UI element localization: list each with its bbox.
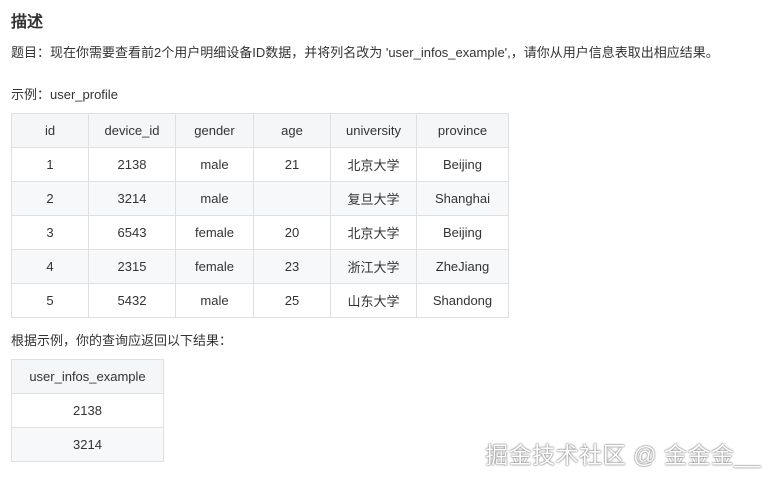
cell-age: 20 [253, 215, 331, 250]
cell-university: 浙江大学 [330, 249, 417, 284]
cell-university: 山东大学 [330, 283, 417, 318]
cell-university: 北京大学 [330, 215, 417, 250]
column-header-id: id [11, 113, 89, 148]
result-table: user_infos_example 2138 3214 [11, 359, 164, 462]
cell-province: Beijing [416, 215, 509, 250]
cell-province: Shandong [416, 283, 509, 318]
cell-age: 21 [253, 147, 331, 182]
table-header-row: user_infos_example [11, 359, 164, 394]
question-description: 题目：现在你需要查看前2个用户明细设备ID数据，并将列名改为 'user_inf… [11, 45, 719, 60]
cell-age: 23 [253, 249, 331, 284]
cell-university: 复旦大学 [330, 181, 417, 216]
cell-age [253, 181, 331, 216]
cell-device-id: 5432 [88, 283, 176, 318]
cell-id: 5 [11, 283, 89, 318]
cell-province: Beijing [416, 147, 509, 182]
cell-device-id: 2315 [88, 249, 176, 284]
table-row: 4 2315 female 23 浙江大学 ZheJiang [11, 249, 509, 284]
user-profile-table: id device_id gender age university provi… [11, 113, 509, 318]
table-row: 5 5432 male 25 山东大学 Shandong [11, 283, 509, 318]
cell-id: 3 [11, 215, 89, 250]
table-row: 3214 [11, 427, 164, 462]
table-header-row: id device_id gender age university provi… [11, 113, 509, 148]
table-row: 3 6543 female 20 北京大学 Beijing [11, 215, 509, 250]
column-header-province: province [416, 113, 509, 148]
cell-user-infos-example: 3214 [11, 427, 164, 462]
cell-user-infos-example: 2138 [11, 393, 164, 428]
cell-gender: male [175, 147, 254, 182]
table-row: 2 3214 male 复旦大学 Shanghai [11, 181, 509, 216]
section-heading: 描述 [11, 14, 44, 31]
example-label: 示例：user_profile [11, 87, 118, 102]
column-header-device-id: device_id [88, 113, 176, 148]
table-row: 2138 [11, 393, 164, 428]
cell-gender: female [175, 249, 254, 284]
cell-id: 2 [11, 181, 89, 216]
column-header-age: age [253, 113, 331, 148]
cell-gender: male [175, 283, 254, 318]
cell-gender: male [175, 181, 254, 216]
cell-id: 1 [11, 147, 89, 182]
cell-age: 25 [253, 283, 331, 318]
cell-device-id: 3214 [88, 181, 176, 216]
column-header-university: university [330, 113, 417, 148]
result-label: 根据示例，你的查询应返回以下结果： [11, 333, 233, 348]
cell-province: ZheJiang [416, 249, 509, 284]
table-row: 1 2138 male 21 北京大学 Beijing [11, 147, 509, 182]
cell-id: 4 [11, 249, 89, 284]
watermark: 掘金技术社区 @ 金金金__ [485, 442, 761, 468]
column-header-user-infos-example: user_infos_example [11, 359, 164, 394]
cell-gender: female [175, 215, 254, 250]
column-header-gender: gender [175, 113, 254, 148]
cell-device-id: 6543 [88, 215, 176, 250]
cell-device-id: 2138 [88, 147, 176, 182]
cell-province: Shanghai [416, 181, 509, 216]
cell-university: 北京大学 [330, 147, 417, 182]
